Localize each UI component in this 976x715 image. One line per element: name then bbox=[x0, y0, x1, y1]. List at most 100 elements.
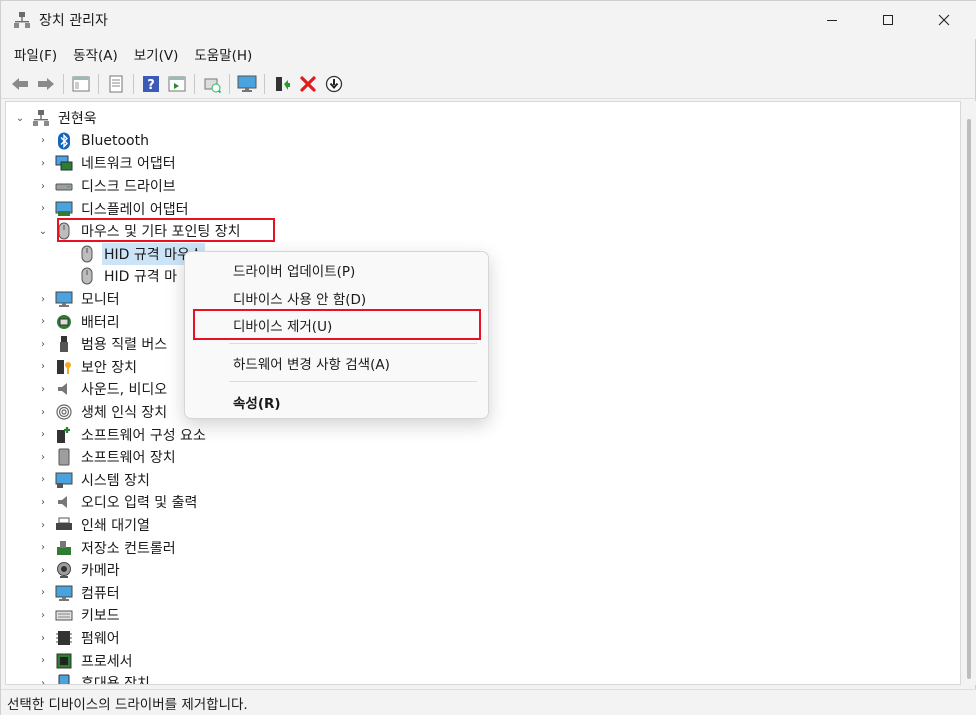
monitor-icon bbox=[55, 291, 73, 308]
chevron-right-icon[interactable]: › bbox=[37, 158, 49, 169]
portable-device-icon bbox=[58, 674, 70, 684]
chevron-right-icon[interactable]: › bbox=[37, 361, 49, 372]
forward-arrow-icon bbox=[38, 77, 54, 90]
ctx-scan-hardware[interactable]: 하드웨어 변경 사항 검색(A) bbox=[189, 349, 484, 377]
menu-help[interactable]: 도움말(H) bbox=[187, 40, 259, 68]
tree-category-security-device[interactable]: › 보안 장치 bbox=[37, 356, 139, 379]
firmware-icon bbox=[56, 631, 72, 646]
chevron-right-icon[interactable]: › bbox=[37, 339, 49, 350]
tree-category-software-component[interactable]: › 소프트웨어 구성 요소 bbox=[37, 423, 208, 446]
tree-category-keyboard[interactable]: › 키보드 bbox=[37, 604, 122, 627]
close-button[interactable] bbox=[921, 1, 967, 39]
back-arrow-icon bbox=[12, 77, 28, 90]
audio-io-icon bbox=[58, 496, 67, 509]
mouse-icon bbox=[81, 245, 93, 263]
chevron-right-icon[interactable]: › bbox=[37, 655, 49, 666]
tree-device-hid-mouse[interactable]: HID 규격 마 bbox=[60, 265, 179, 288]
tree-item-label: 디스크 드라이브 bbox=[81, 179, 176, 196]
tree-category-computer[interactable]: › 컴퓨터 bbox=[37, 582, 122, 605]
chevron-down-icon[interactable]: ⌄ bbox=[37, 226, 49, 237]
chevron-right-icon[interactable]: › bbox=[37, 565, 49, 576]
tree-category-disk-drive[interactable]: › 디스크 드라이브 bbox=[37, 175, 178, 198]
scan-hardware-button[interactable] bbox=[201, 73, 223, 95]
tree-category-usb[interactable]: › 범용 직렬 버스 bbox=[37, 333, 169, 356]
tree-category-audio-io[interactable]: › 오디오 입력 및 출력 bbox=[37, 491, 199, 514]
ctx-properties[interactable]: 속성(R) bbox=[189, 388, 484, 416]
tree-category-battery[interactable]: › 배터리 bbox=[37, 310, 122, 333]
context-menu: 드라이버 업데이트(P) 디바이스 사용 안 함(D) 디바이스 제거(U) 하… bbox=[184, 251, 489, 419]
toolbar-separator bbox=[63, 73, 64, 94]
minimize-button[interactable] bbox=[809, 1, 855, 39]
tree-category-storage-controller[interactable]: › 저장소 컨트롤러 bbox=[37, 536, 178, 559]
help-button[interactable]: ? bbox=[140, 73, 162, 95]
chevron-right-icon[interactable]: › bbox=[37, 520, 49, 531]
chevron-right-icon[interactable]: › bbox=[37, 497, 49, 508]
biometric-icon bbox=[56, 404, 72, 420]
chevron-right-icon[interactable]: › bbox=[37, 316, 49, 327]
forward-button[interactable] bbox=[35, 73, 57, 95]
scrollbar-thumb[interactable] bbox=[967, 119, 971, 679]
chevron-right-icon[interactable]: › bbox=[37, 181, 49, 192]
chevron-right-icon[interactable]: › bbox=[37, 407, 49, 418]
tree-root-computer[interactable]: ⌄ 권현욱 bbox=[14, 107, 99, 130]
menu-action[interactable]: 동작(A) bbox=[66, 40, 125, 68]
tree-category-sound[interactable]: › 사운드, 비디오 bbox=[37, 378, 169, 401]
toolbar: ? bbox=[1, 69, 976, 99]
tree-category-biometric[interactable]: › 생체 인식 장치 bbox=[37, 401, 169, 424]
tree-category-network-adapter[interactable]: › 네트워크 어댑터 bbox=[37, 152, 178, 175]
uninstall-device-button[interactable] bbox=[297, 73, 319, 95]
tree-category-portable-device[interactable]: › 휴대용 장치 bbox=[37, 672, 152, 684]
tree-item-label: 범용 직렬 버스 bbox=[81, 337, 168, 354]
chevron-right-icon[interactable]: › bbox=[37, 678, 49, 684]
update-driver-button[interactable] bbox=[271, 73, 293, 95]
maximize-button[interactable] bbox=[865, 1, 911, 39]
tree-category-monitor[interactable]: › 모니터 bbox=[37, 288, 122, 311]
tree-category-processor[interactable]: › 프로세서 bbox=[37, 649, 135, 672]
tree-category-print-queue[interactable]: › 인쇄 대기열 bbox=[37, 514, 152, 537]
chevron-right-icon[interactable]: › bbox=[37, 610, 49, 621]
device-manager-window: 장치 관리자 파일(F) 동작(A) 보기(V) 도움말(H) ? ⌄ 권현욱 … bbox=[0, 0, 976, 715]
tree-category-mouse[interactable]: ⌄ 마우스 및 기타 포인팅 장치 bbox=[37, 220, 242, 243]
tree-category-camera[interactable]: › 카메라 bbox=[37, 559, 122, 582]
chevron-right-icon[interactable]: › bbox=[37, 294, 49, 305]
vertical-scrollbar[interactable] bbox=[962, 101, 976, 685]
chevron-right-icon[interactable]: › bbox=[37, 474, 49, 485]
action-pane-icon bbox=[168, 76, 186, 91]
show-hide-console-tree-button[interactable] bbox=[70, 73, 92, 95]
system-device-icon bbox=[55, 472, 73, 488]
tree-category-system-device[interactable]: › 시스템 장치 bbox=[37, 469, 152, 492]
disk-drive-icon bbox=[55, 183, 73, 191]
menu-file[interactable]: 파일(F) bbox=[7, 40, 64, 68]
computer-view-button[interactable] bbox=[236, 73, 258, 95]
ctx-uninstall-device[interactable]: 디바이스 제거(U) bbox=[189, 311, 484, 339]
window-title: 장치 관리자 bbox=[39, 13, 108, 29]
tree-item-label: 저장소 컨트롤러 bbox=[81, 540, 176, 557]
tree-category-bluetooth[interactable]: › Bluetooth bbox=[37, 130, 151, 153]
ctx-update-driver[interactable]: 드라이버 업데이트(P) bbox=[189, 256, 484, 284]
toolbar-separator bbox=[98, 73, 99, 94]
security-device-icon bbox=[57, 359, 71, 374]
tree-category-display-adapter[interactable]: › 디스플레이 어댑터 bbox=[37, 197, 191, 220]
chevron-right-icon[interactable]: › bbox=[37, 587, 49, 598]
close-icon bbox=[938, 14, 950, 26]
tree-category-software-device[interactable]: › 소프트웨어 장치 bbox=[37, 446, 178, 469]
tree-item-label: 마우스 및 기타 포인팅 장치 bbox=[81, 224, 241, 241]
toolbar-separator bbox=[133, 73, 134, 94]
chevron-right-icon[interactable]: › bbox=[37, 633, 49, 644]
disable-device-button[interactable] bbox=[323, 73, 345, 95]
tree-item-label: 소프트웨어 구성 요소 bbox=[81, 427, 206, 444]
chevron-right-icon[interactable]: › bbox=[37, 384, 49, 395]
chevron-down-icon[interactable]: ⌄ bbox=[14, 113, 26, 124]
chevron-right-icon[interactable]: › bbox=[37, 429, 49, 440]
tree-category-firmware[interactable]: › 펌웨어 bbox=[37, 627, 122, 650]
chevron-right-icon[interactable]: › bbox=[37, 542, 49, 553]
properties-button[interactable] bbox=[105, 73, 127, 95]
back-button[interactable] bbox=[9, 73, 31, 95]
chevron-right-icon[interactable]: › bbox=[37, 452, 49, 463]
menu-view[interactable]: 보기(V) bbox=[127, 40, 186, 68]
chevron-right-icon[interactable]: › bbox=[37, 135, 49, 146]
action-pane-button[interactable] bbox=[166, 73, 188, 95]
ctx-disable-device[interactable]: 디바이스 사용 안 함(D) bbox=[189, 284, 484, 312]
chevron-right-icon[interactable]: › bbox=[37, 203, 49, 214]
ctx-disable-device-label: 디바이스 사용 안 함(D) bbox=[233, 292, 367, 308]
